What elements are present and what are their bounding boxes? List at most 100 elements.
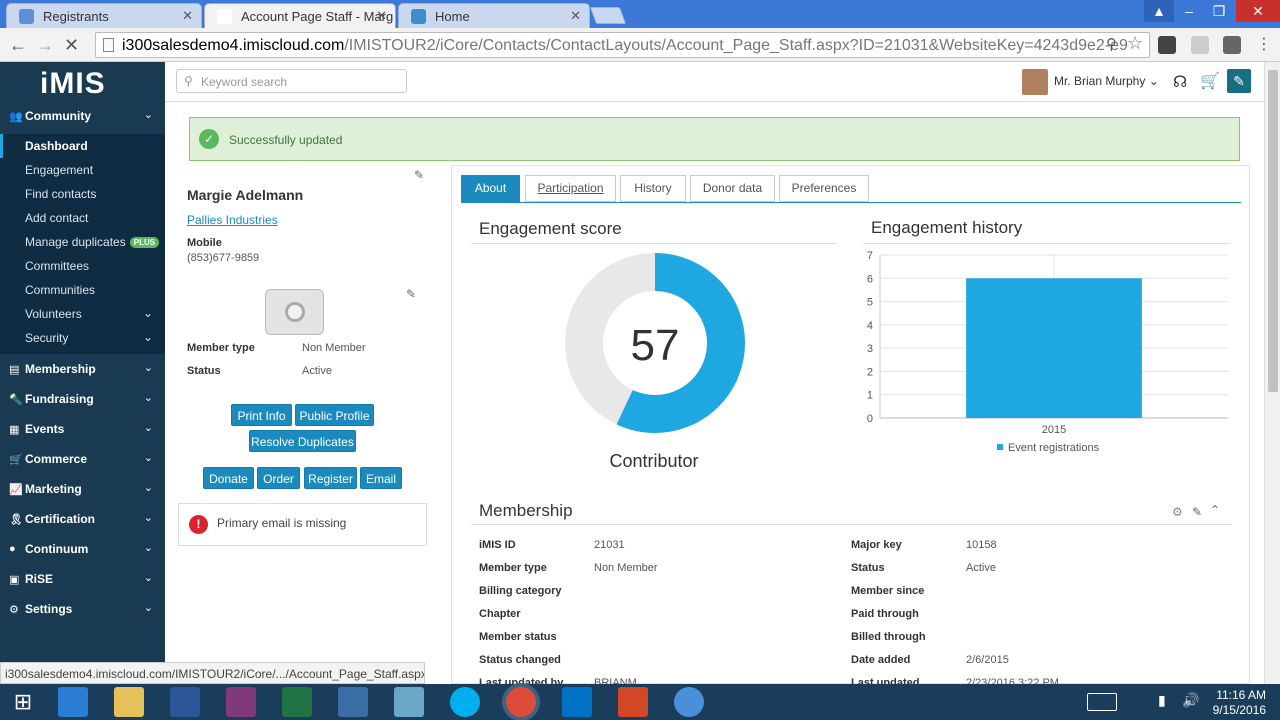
sidebar-section-marketing[interactable]: 📈 Marketing ⌄ bbox=[0, 474, 165, 504]
windows-start-icon[interactable]: ⊞ bbox=[8, 687, 38, 717]
close-window-icon[interactable]: ✕ bbox=[1236, 0, 1280, 22]
back-icon[interactable]: ← bbox=[9, 35, 27, 56]
tab-history[interactable]: History bbox=[620, 175, 686, 202]
sidebar-section-membership[interactable]: ▤ Membership ⌄ bbox=[0, 354, 165, 384]
file-explorer-icon[interactable] bbox=[114, 687, 144, 717]
sidebar-item-find-contacts[interactable]: Find contacts bbox=[0, 182, 165, 206]
chevron-down-icon: ⌄ bbox=[143, 482, 153, 494]
tab-preferences[interactable]: Preferences bbox=[779, 175, 869, 202]
new-tab-button[interactable] bbox=[589, 7, 627, 24]
stop-icon[interactable]: ✕ bbox=[64, 35, 79, 56]
edit-page-icon[interactable]: ✎ bbox=[1227, 69, 1251, 93]
volume-icon[interactable]: 🔊 bbox=[1182, 692, 1199, 709]
pencil-icon[interactable]: ✎ bbox=[1192, 505, 1202, 519]
email-button[interactable]: Email bbox=[360, 467, 402, 489]
close-icon[interactable]: ✕ bbox=[570, 8, 581, 24]
resolve-duplicates-button[interactable]: Resolve Duplicates bbox=[249, 430, 356, 452]
engagement-donut: 57 bbox=[565, 253, 745, 433]
register-button[interactable]: Register bbox=[304, 467, 357, 489]
sidebar-item-volunteers[interactable]: Volunteers ⌄ bbox=[0, 302, 165, 326]
sidebar-section-rise[interactable]: ▣ RiSE ⌄ bbox=[0, 564, 165, 594]
snowflake-app-icon[interactable] bbox=[674, 687, 704, 717]
item-label: Volunteers bbox=[25, 307, 82, 321]
battery-icon[interactable]: ▮ bbox=[1158, 692, 1166, 709]
app-icon[interactable] bbox=[394, 687, 424, 717]
word-icon[interactable] bbox=[170, 687, 200, 717]
search-input[interactable]: ⚲ Keyword search bbox=[176, 69, 407, 93]
search-placeholder: Keyword search bbox=[201, 75, 288, 89]
engagement-history-chart: 0 1 2 3 4 5 6 7 2015 Event registrations bbox=[867, 250, 1228, 454]
calendar-icon: ▦ bbox=[9, 424, 20, 436]
user-menu[interactable]: Mr. Brian Murphy ⌄ bbox=[1054, 74, 1159, 88]
restore-icon[interactable]: ❐ bbox=[1204, 0, 1234, 22]
sidebar-item-engagement[interactable]: Engagement bbox=[0, 158, 165, 182]
sidebar-item-security[interactable]: Security ⌄ bbox=[0, 326, 165, 354]
chevron-down-icon: ⌄ bbox=[143, 542, 153, 554]
search-icon[interactable]: ⚲ bbox=[1106, 35, 1117, 53]
headset-icon[interactable]: ☊ bbox=[1173, 72, 1187, 92]
keyboard-icon[interactable] bbox=[1087, 693, 1117, 711]
browser-tab-registrants[interactable]: Registrants ✕ bbox=[6, 3, 202, 28]
sidebar-item-communities[interactable]: Communities bbox=[0, 278, 165, 302]
score-value: 57 bbox=[631, 321, 680, 370]
sidebar-section-commerce[interactable]: 🛒 Commerce ⌄ bbox=[0, 444, 165, 474]
tab-participation[interactable]: Participation bbox=[525, 175, 616, 202]
close-icon[interactable]: ✕ bbox=[182, 8, 193, 24]
donate-button[interactable]: Donate bbox=[203, 467, 254, 489]
outlook-icon[interactable] bbox=[562, 687, 592, 717]
user-icon[interactable]: ▲ bbox=[1144, 0, 1174, 22]
clock-time: 11:16 AM bbox=[1216, 688, 1266, 702]
sidebar-item-manage-duplicates[interactable]: Manage duplicates PLUS bbox=[0, 230, 165, 254]
internet-explorer-icon[interactable] bbox=[58, 687, 88, 717]
sidebar-section-community[interactable]: 👥 Community ⌄ bbox=[0, 101, 165, 131]
skype-icon[interactable] bbox=[450, 687, 480, 717]
extension-icon[interactable] bbox=[1158, 36, 1176, 54]
extension-icon[interactable] bbox=[1191, 36, 1209, 54]
chevron-up-icon[interactable]: ⌃ bbox=[1210, 503, 1220, 517]
pencil-icon[interactable]: ✎ bbox=[414, 168, 424, 182]
print-info-button[interactable]: Print Info bbox=[231, 404, 292, 426]
star-icon[interactable]: ☆ bbox=[1127, 33, 1143, 54]
forward-icon[interactable]: → bbox=[36, 35, 54, 56]
onenote-icon[interactable] bbox=[226, 687, 256, 717]
scrollbar[interactable] bbox=[1264, 62, 1280, 684]
excel-icon[interactable] bbox=[282, 687, 312, 717]
imis-logo[interactable]: iMIS bbox=[40, 67, 106, 101]
sidebar-item-add-contact[interactable]: Add contact bbox=[0, 206, 165, 230]
divider bbox=[471, 243, 837, 244]
system-clock[interactable]: 11:16 AM 9/15/2016 bbox=[1208, 688, 1266, 718]
camera-icon[interactable] bbox=[265, 289, 324, 335]
cart-icon[interactable]: 🛒 bbox=[1200, 71, 1220, 91]
scrollbar-thumb[interactable] bbox=[1268, 70, 1278, 392]
chrome-icon[interactable] bbox=[506, 687, 536, 717]
section-label: Certification bbox=[25, 512, 96, 526]
tab-donor-data[interactable]: Donor data bbox=[690, 175, 775, 202]
browser-tab-account-page[interactable]: Account Page Staff - Marg ✕ bbox=[204, 3, 396, 28]
close-icon[interactable]: ✕ bbox=[376, 8, 387, 24]
phone-label: Mobile bbox=[187, 237, 222, 249]
torch-icon: 🔦 bbox=[9, 394, 23, 406]
order-button[interactable]: Order bbox=[257, 467, 300, 489]
extension-icon[interactable] bbox=[1223, 36, 1241, 54]
sidebar-section-settings[interactable]: ⚙ Settings ⌄ bbox=[0, 594, 165, 624]
browser-tab-home[interactable]: Home ✕ bbox=[398, 3, 590, 28]
avatar[interactable] bbox=[1022, 69, 1048, 95]
phone-value: (853)677-9859 bbox=[187, 252, 260, 264]
url-bar[interactable]: i300salesdemo4.imiscloud.com/IMISTOUR2/i… bbox=[95, 32, 1150, 58]
gear-icon[interactable]: ⚙ bbox=[1172, 505, 1183, 519]
company-link[interactable]: Pallies Industries bbox=[187, 213, 278, 227]
powerpoint-icon[interactable] bbox=[618, 687, 648, 717]
minimize-icon[interactable]: – bbox=[1174, 0, 1204, 22]
public-profile-button[interactable]: Public Profile bbox=[295, 404, 374, 426]
menu-icon[interactable]: ⋮ bbox=[1256, 34, 1272, 54]
sidebar-item-committees[interactable]: Committees bbox=[0, 254, 165, 278]
pencil-icon[interactable]: ✎ bbox=[406, 287, 416, 301]
membership-title: Membership bbox=[479, 501, 573, 520]
sidebar-section-continuum[interactable]: ● Continuum ⌄ bbox=[0, 534, 165, 564]
tab-about[interactable]: About bbox=[461, 175, 520, 202]
sidebar-section-fundraising[interactable]: 🔦 Fundraising ⌄ bbox=[0, 384, 165, 414]
remote-desktop-icon[interactable] bbox=[338, 687, 368, 717]
sidebar-section-events[interactable]: ▦ Events ⌄ bbox=[0, 414, 165, 444]
sidebar-item-dashboard[interactable]: Dashboard bbox=[0, 134, 165, 158]
sidebar-section-certification[interactable]: 🎗 Certification ⌄ bbox=[0, 504, 165, 534]
